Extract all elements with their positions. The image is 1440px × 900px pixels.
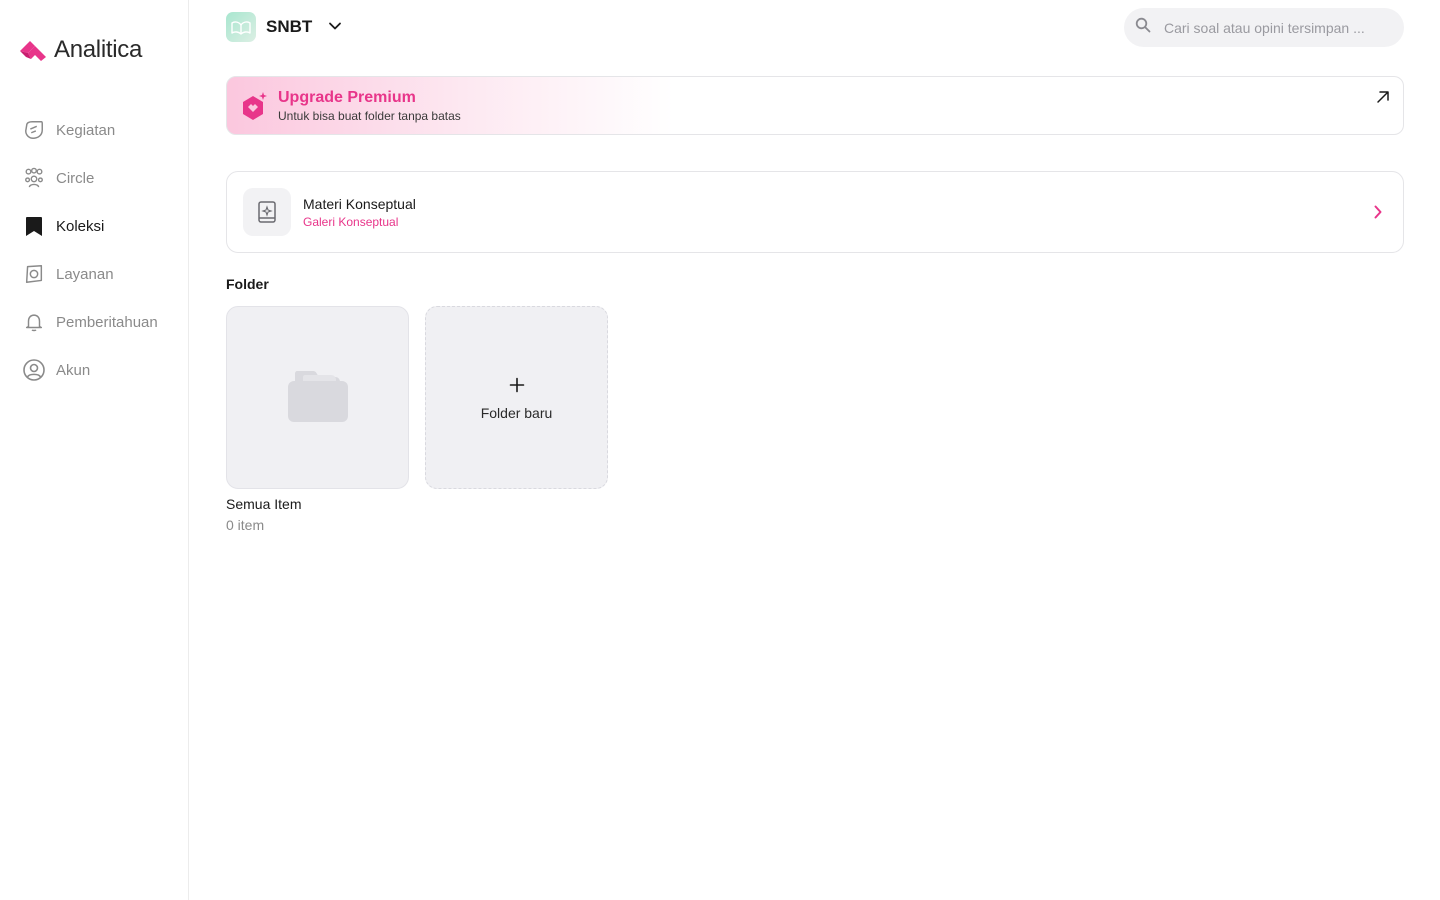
bell-icon	[22, 310, 46, 334]
program-selector[interactable]: SNBT	[226, 12, 342, 42]
materi-subtitle: Galeri Konseptual	[303, 214, 399, 229]
folder-section-heading: Folder	[226, 276, 269, 292]
sidebar-item-koleksi[interactable]: Koleksi	[22, 202, 182, 250]
arrow-up-right-icon	[1375, 89, 1391, 110]
activity-icon	[22, 118, 46, 142]
analitica-logo-icon	[20, 41, 46, 61]
sidebar-item-label: Layanan	[56, 265, 114, 283]
sidebar-item-pemberitahuan[interactable]: Pemberitahuan	[22, 298, 182, 346]
sidebar-item-akun[interactable]: Akun	[22, 346, 182, 394]
search-input[interactable]	[1164, 19, 1389, 36]
sidebar-item-label: Akun	[56, 361, 91, 379]
book-sparkle-icon	[243, 188, 291, 236]
app-name: Analitica	[54, 36, 143, 63]
program-name: SNBT	[266, 17, 313, 36]
compass-icon	[22, 262, 46, 286]
folder-semua-item[interactable]	[226, 306, 409, 489]
new-folder-label: Folder baru	[480, 404, 553, 421]
sidebar-item-label: Pemberitahuan	[56, 313, 158, 331]
materi-title: Materi Konseptual	[303, 195, 416, 212]
sidebar-item-label: Kegiatan	[56, 121, 116, 139]
new-folder-button[interactable]: Folder baru	[425, 306, 608, 489]
user-circle-icon	[22, 358, 46, 382]
search-icon	[1135, 17, 1151, 38]
sidebar-item-label: Circle	[56, 169, 95, 187]
folder-item-count: 0 item	[226, 517, 265, 533]
premium-subtitle: Untuk bisa buat folder tanpa batas	[278, 108, 461, 123]
sidebar-item-kegiatan[interactable]: Kegiatan	[22, 106, 182, 154]
app-logo[interactable]: Analitica	[18, 36, 142, 64]
sidebar-nav: Kegiatan Circle Koleksi Layanan Pemberit…	[22, 106, 182, 394]
sidebar: Analitica Kegiatan Circle Koleksi Layana…	[0, 0, 189, 900]
sidebar-item-layanan[interactable]: Layanan	[22, 250, 182, 298]
folder-icon	[287, 367, 349, 428]
sidebar-item-circle[interactable]: Circle	[22, 154, 182, 202]
premium-title: Upgrade Premium	[278, 88, 416, 106]
folder-name: Semua Item	[226, 496, 302, 512]
chevron-right-icon	[1373, 204, 1383, 225]
materi-konseptual-card[interactable]: Materi Konseptual Galeri Konseptual	[226, 171, 1404, 253]
premium-gem-icon	[237, 90, 269, 122]
search-bar[interactable]	[1124, 8, 1404, 47]
sidebar-item-label: Koleksi	[56, 217, 105, 235]
bookmark-icon	[22, 214, 46, 238]
people-icon	[22, 166, 46, 190]
upgrade-premium-banner[interactable]: Upgrade Premium Untuk bisa buat folder t…	[226, 76, 1404, 135]
plus-icon	[509, 375, 525, 397]
chevron-down-icon	[328, 18, 342, 36]
program-badge-icon	[226, 12, 256, 42]
